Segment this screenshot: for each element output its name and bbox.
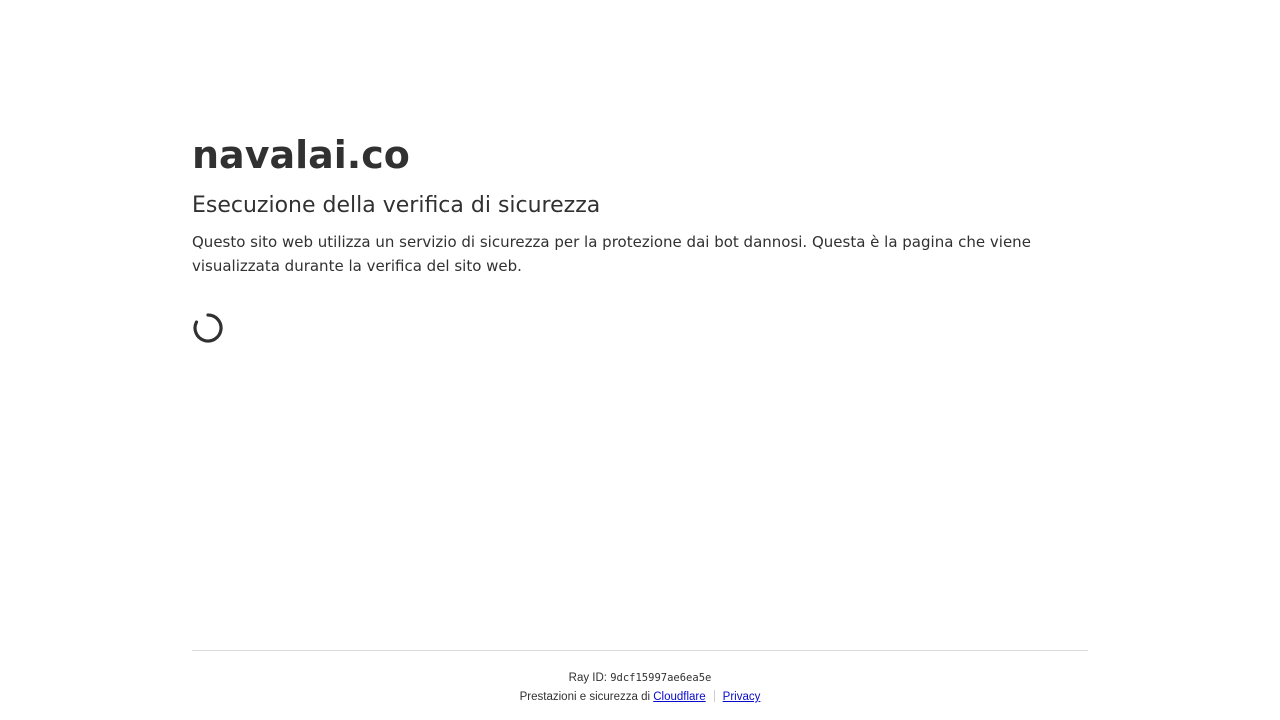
verification-description: Questo sito web utilizza un servizio di …	[192, 233, 1031, 275]
loading-spinner-icon	[192, 312, 224, 344]
privacy-link[interactable]: Privacy	[723, 691, 761, 703]
footer: Ray ID: 9dcf15997ae6ea5e Prestazioni e s…	[192, 650, 1088, 705]
spinner-svg	[193, 313, 223, 343]
footer-divider	[713, 690, 715, 702]
site-domain-title: navalai.co	[192, 133, 410, 177]
ray-id-label: Ray ID:	[568, 672, 611, 684]
performance-line: Prestazioni e sicurezza di Cloudflare Pri…	[192, 689, 1088, 705]
challenge-page: navalai.co Esecuzione della verifica di …	[0, 0, 1280, 720]
ray-id-line: Ray ID: 9dcf15997ae6ea5e	[192, 670, 1088, 686]
cloudflare-link[interactable]: Cloudflare	[653, 691, 705, 703]
main-content: navalai.co Esecuzione della verifica di …	[192, 128, 1088, 344]
verification-heading: Esecuzione della verifica di sicurezza	[192, 193, 601, 218]
performance-text: Prestazioni e sicurezza di	[519, 691, 654, 703]
ray-id-value: 9dcf15997ae6ea5e	[610, 672, 712, 684]
